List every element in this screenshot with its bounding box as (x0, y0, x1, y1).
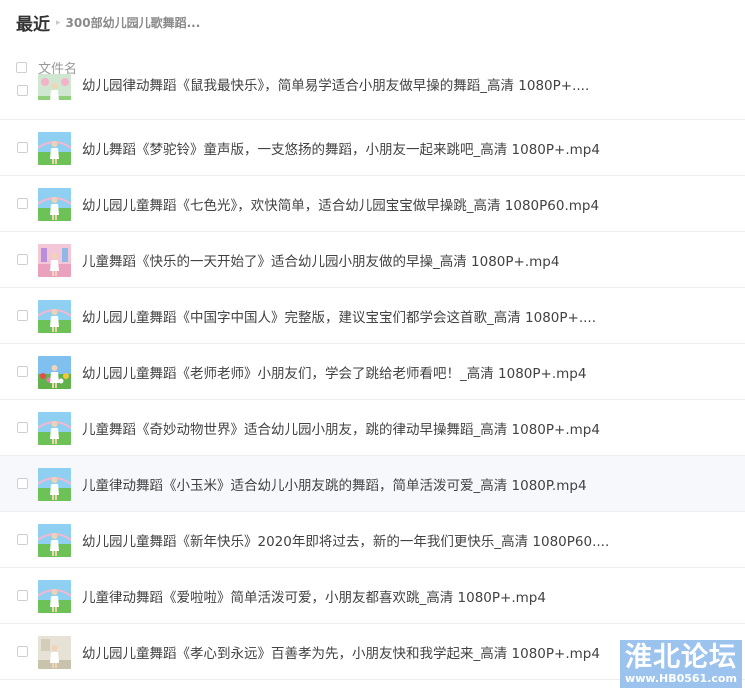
file-select-checkbox[interactable] (17, 477, 28, 489)
video-thumbnail[interactable] (38, 411, 71, 445)
video-thumbnail[interactable] (38, 131, 71, 165)
file-name[interactable]: 幼儿园儿童舞蹈《新年快乐》2020年即将过去，新的一年我们更快乐_高清 1080… (82, 530, 609, 550)
video-thumbnail[interactable] (38, 299, 71, 333)
file-name[interactable]: 幼儿园儿童舞蹈《老师老师》小朋友们，学会了跳给老师看吧！_高清 1080P+.m… (82, 362, 586, 382)
file-select-checkbox[interactable] (17, 645, 28, 657)
file-name[interactable]: 幼儿园儿童舞蹈《孝心到永远》百善孝为先，小朋友快和我学起来_高清 1080P+.… (82, 642, 600, 662)
file-select-checkbox[interactable] (17, 141, 28, 153)
file-select-checkbox[interactable] (17, 309, 28, 321)
file-select-checkbox[interactable] (17, 253, 28, 265)
file-row[interactable]: 幼儿园律动舞蹈《鼠我最快乐》，简单易学适合小朋友做早操的舞蹈_高清 1080P+… (0, 64, 745, 120)
file-row[interactable]: 幼儿园儿童舞蹈《新年快乐》2020年即将过去，新的一年我们更快乐_高清 1080… (0, 512, 745, 568)
file-select-checkbox[interactable] (17, 85, 28, 96)
video-thumbnail[interactable] (38, 243, 71, 277)
file-name[interactable]: 幼儿园儿童舞蹈《中国字中国人》完整版，建议宝宝们都学会这首歌_高清 1080P+… (82, 306, 596, 326)
file-row[interactable]: 儿童律动舞蹈《小玉米》适合幼儿小朋友跳的舞蹈，简单活泼可爱_高清 1080P.m… (0, 456, 745, 512)
file-select-checkbox[interactable] (17, 421, 28, 433)
file-select-checkbox[interactable] (17, 365, 28, 377)
file-row[interactable]: 幼儿园儿童舞蹈《老师老师》小朋友们，学会了跳给老师看吧！_高清 1080P+.m… (0, 344, 745, 400)
file-name[interactable]: 幼儿舞蹈《梦驼铃》童声版，一支悠扬的舞蹈，小朋友一起来跳吧_高清 1080P+.… (82, 138, 600, 158)
file-row[interactable]: 幼儿舞蹈《梦驼铃》童声版，一支悠扬的舞蹈，小朋友一起来跳吧_高清 1080P+.… (0, 120, 745, 176)
file-name[interactable]: 儿童律动舞蹈《小玉米》适合幼儿小朋友跳的舞蹈，简单活泼可爱_高清 1080P.m… (82, 474, 587, 494)
video-thumbnail[interactable] (38, 74, 71, 100)
file-row[interactable]: 幼儿园儿童舞蹈《七色光》，欢快简单，适合幼儿园宝宝做早操跳_高清 1080P60… (0, 176, 745, 232)
breadcrumb-current-folder[interactable]: 300部幼儿园儿歌舞蹈... (66, 14, 201, 31)
file-name[interactable]: 幼儿园律动舞蹈《鼠我最快乐》，简单易学适合小朋友做早操的舞蹈_高清 1080P+… (82, 74, 589, 94)
file-select-checkbox[interactable] (17, 533, 28, 545)
file-name[interactable]: 幼儿园儿童舞蹈《七色光》，欢快简单，适合幼儿园宝宝做早操跳_高清 1080P60… (82, 194, 599, 214)
file-select-checkbox[interactable] (17, 589, 28, 601)
watermark-title: 淮北论坛 (625, 642, 737, 673)
file-name[interactable]: 儿童舞蹈《快乐的一天开始了》适合幼儿园小朋友做的早操_高清 1080P+.mp4 (82, 250, 559, 270)
file-row[interactable]: 儿童舞蹈《奇妙动物世界》适合幼儿园小朋友，跳的律动早操舞蹈_高清 1080P+.… (0, 400, 745, 456)
video-thumbnail[interactable] (38, 187, 71, 221)
video-thumbnail[interactable] (38, 523, 71, 557)
file-row[interactable]: 儿童律动舞蹈《爱啦啦》简单活泼可爱，小朋友都喜欢跳_高清 1080P+.mp4 (0, 568, 745, 624)
file-row[interactable]: 幼儿园儿童舞蹈《中国字中国人》完整版，建议宝宝们都学会这首歌_高清 1080P+… (0, 288, 745, 344)
page-title[interactable]: 最近 (16, 10, 50, 35)
file-list: 幼儿园律动舞蹈《鼠我最快乐》，简单易学适合小朋友做早操的舞蹈_高清 1080P+… (0, 64, 745, 680)
video-thumbnail[interactable] (38, 467, 71, 501)
watermark-url: www.HB0561.com (625, 672, 737, 685)
video-thumbnail[interactable] (38, 355, 71, 389)
video-thumbnail[interactable] (38, 635, 71, 669)
forum-watermark-logo: 淮北论坛 www.HB0561.com (620, 640, 742, 688)
page-header: 最近 ▸ 300部幼儿园儿歌舞蹈... (16, 9, 200, 35)
file-name[interactable]: 儿童律动舞蹈《爱啦啦》简单活泼可爱，小朋友都喜欢跳_高清 1080P+.mp4 (82, 586, 546, 606)
file-row[interactable]: 儿童舞蹈《快乐的一天开始了》适合幼儿园小朋友做的早操_高清 1080P+.mp4 (0, 232, 745, 288)
video-thumbnail[interactable] (38, 579, 71, 613)
breadcrumb-separator-icon: ▸ (56, 16, 61, 27)
file-select-checkbox[interactable] (17, 197, 28, 209)
file-name[interactable]: 儿童舞蹈《奇妙动物世界》适合幼儿园小朋友，跳的律动早操舞蹈_高清 1080P+.… (82, 418, 600, 438)
